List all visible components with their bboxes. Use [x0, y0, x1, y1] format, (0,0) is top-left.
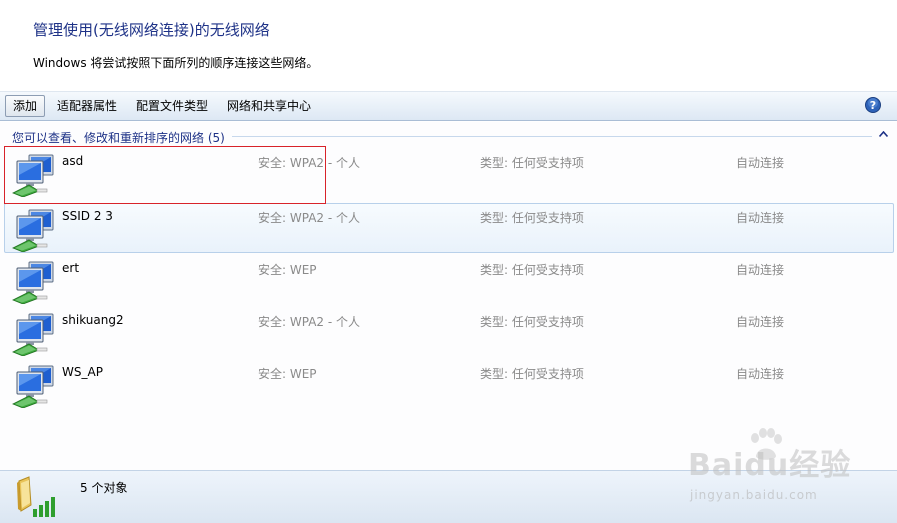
collapse-chevron-icon[interactable]: [879, 131, 888, 137]
toolbar: 添加 适配器属性 配置文件类型 网络和共享中心: [0, 91, 897, 121]
network-security: 安全: WEP: [258, 367, 317, 381]
network-connect-mode: 自动连接: [736, 211, 785, 225]
network-security: 安全: WPA2 - 个人: [258, 211, 360, 225]
page-title: 管理使用(无线网络连接)的无线网络: [33, 21, 270, 39]
network-row[interactable]: asd 安全: WPA2 - 个人 类型: 任何受支持项 自动连接: [4, 148, 894, 198]
network-row[interactable]: shikuang2 安全: WPA2 - 个人 类型: 任何受支持项 自动连接: [4, 307, 894, 357]
profile-type-button[interactable]: 配置文件类型: [129, 95, 215, 117]
network-name: WS_AP: [62, 365, 103, 379]
network-security: 安全: WEP: [258, 263, 317, 277]
network-monitor-icon: [12, 365, 54, 408]
add-button[interactable]: 添加: [5, 95, 46, 117]
network-name: asd: [62, 154, 84, 168]
network-monitor-icon: [12, 209, 54, 252]
network-type: 类型: 任何受支持项: [480, 211, 584, 225]
network-connect-mode: 自动连接: [736, 156, 785, 170]
network-list: 您可以查看、修改和重新排序的网络 (5) asd 安全: WPA2 - 个人 类…: [0, 122, 897, 470]
svg-text:?: ?: [870, 99, 876, 112]
network-connect-mode: 自动连接: [736, 367, 785, 381]
network-monitor-icon: [12, 154, 54, 197]
network-connect-mode: 自动连接: [736, 263, 785, 277]
network-row[interactable]: SSID 2 3 安全: WPA2 - 个人 类型: 任何受支持项 自动连接: [4, 203, 894, 253]
network-row[interactable]: WS_AP 安全: WEP 类型: 任何受支持项 自动连接: [4, 359, 894, 409]
network-monitor-icon: [12, 261, 54, 304]
network-connect-mode: 自动连接: [736, 315, 785, 329]
network-type: 类型: 任何受支持项: [480, 156, 584, 170]
status-object-count: 5 个对象: [80, 481, 128, 495]
network-type: 类型: 任何受支持项: [480, 367, 584, 381]
network-name: shikuang2: [62, 313, 124, 327]
network-name: ert: [62, 261, 80, 275]
sharing-center-button[interactable]: 网络和共享中心: [220, 95, 318, 117]
network-security: 安全: WPA2 - 个人: [258, 315, 360, 329]
network-name: SSID 2 3: [62, 209, 113, 223]
wireless-network-folder-icon: [17, 476, 55, 517]
network-monitor-icon: [12, 313, 54, 356]
adapter-properties-button[interactable]: 适配器属性: [50, 95, 124, 117]
network-security: 安全: WPA2 - 个人: [258, 156, 360, 170]
network-row[interactable]: ert 安全: WEP 类型: 任何受支持项 自动连接: [4, 255, 894, 305]
help-icon[interactable]: ?: [865, 97, 881, 113]
group-header: 您可以查看、修改和重新排序的网络 (5): [12, 131, 225, 145]
page-subtitle: Windows 将尝试按照下面所列的顺序连接这些网络。: [33, 56, 319, 70]
status-bar: 5 个对象: [0, 470, 897, 523]
network-type: 类型: 任何受支持项: [480, 315, 584, 329]
network-type: 类型: 任何受支持项: [480, 263, 584, 277]
group-divider: [232, 136, 872, 137]
